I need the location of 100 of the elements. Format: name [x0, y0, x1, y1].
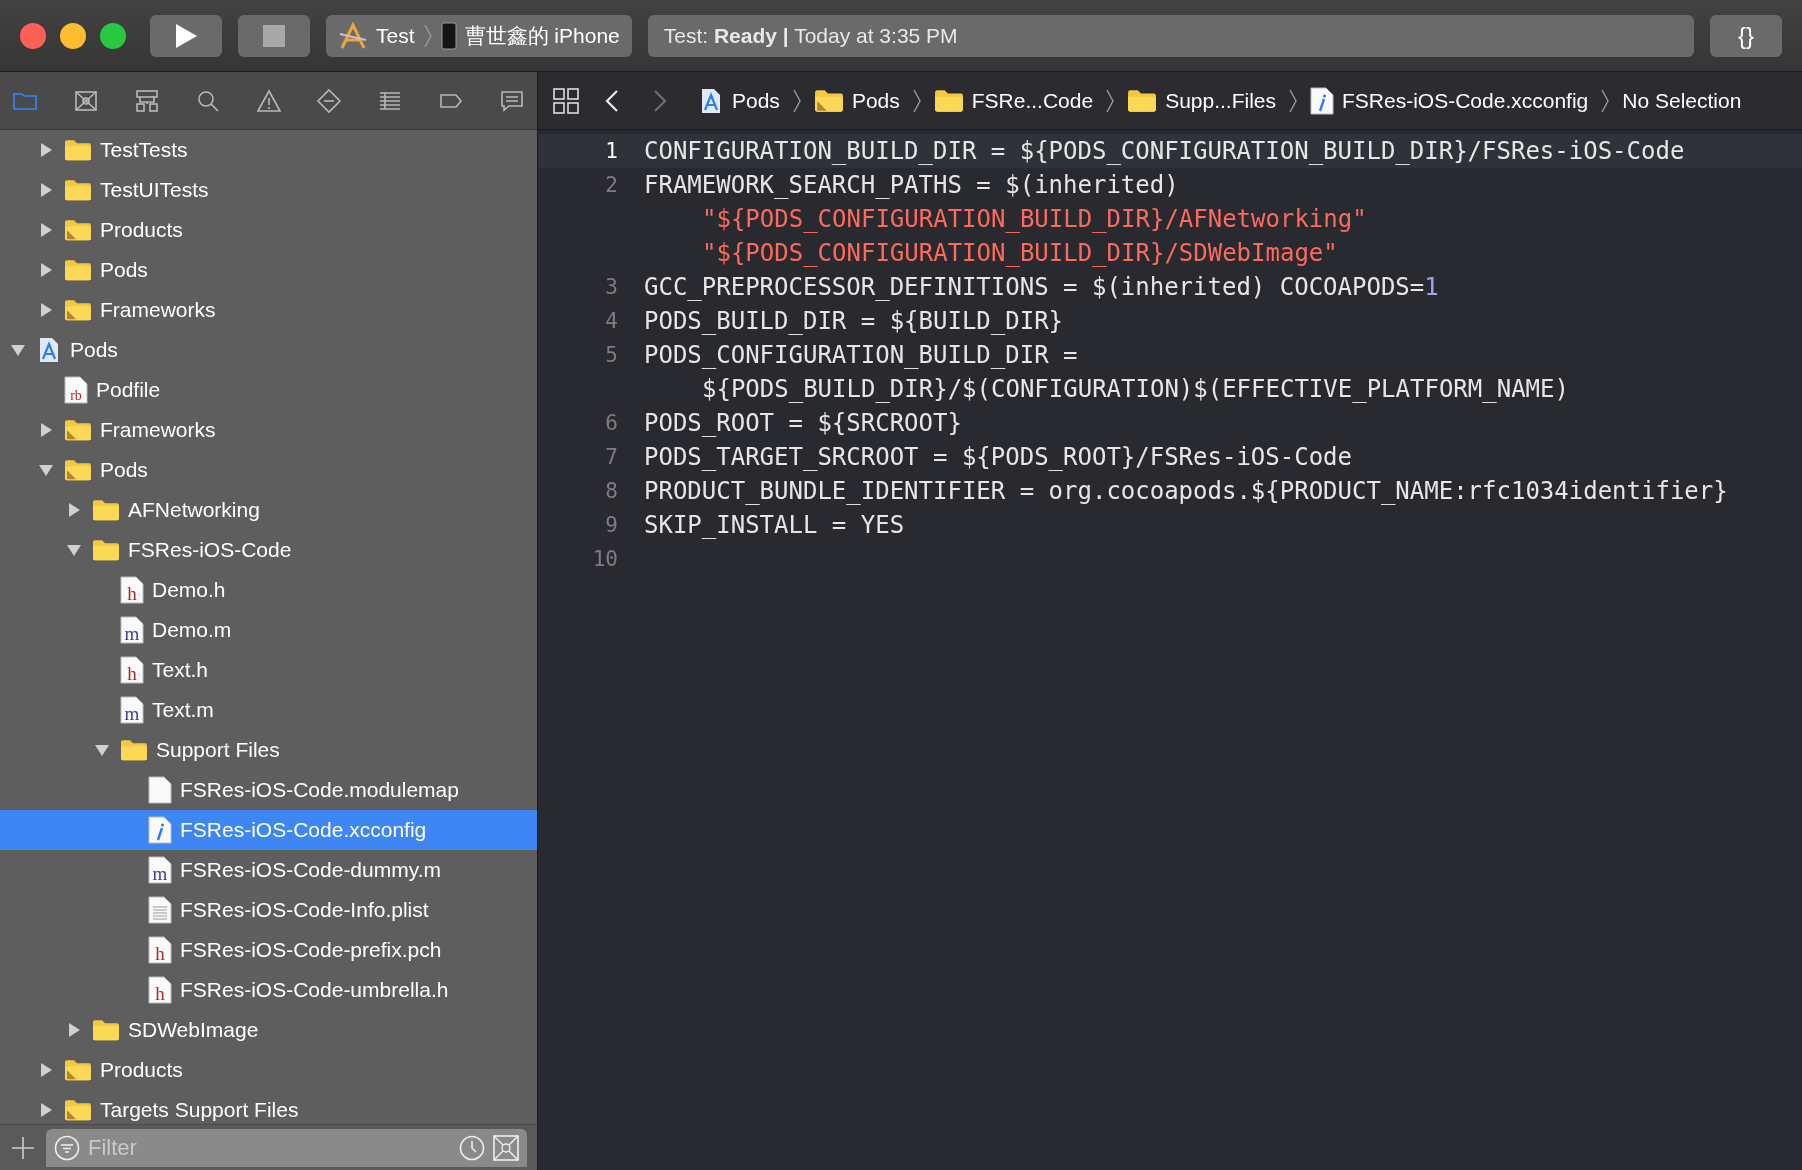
navigator-row[interactable]: h FSRes-iOS-Code-prefix.pch [0, 930, 537, 970]
disclosure-right-icon[interactable] [38, 262, 54, 278]
item-label: Podfile [96, 377, 161, 404]
scope-filter-icon[interactable] [493, 1134, 519, 1161]
disclosure-down-icon[interactable] [38, 462, 54, 478]
item-label: Products [100, 1057, 183, 1084]
chevron-icon [791, 87, 802, 114]
navigator-row[interactable]: m Text.m [0, 690, 537, 730]
source-file-icon: m [120, 696, 144, 724]
navigator-row[interactable]: Products [0, 1050, 537, 1090]
clock-icon[interactable] [459, 1134, 485, 1161]
filter-icon [54, 1134, 80, 1161]
play-icon [174, 22, 198, 49]
code-line: PODS_ROOT = ${SRCROOT} [644, 408, 962, 439]
item-label: Pods [100, 457, 148, 484]
breadcrumb-item[interactable]: Supp...Files [1127, 84, 1277, 117]
item-label: FSRes-iOS-Code.xcconfig [180, 817, 427, 844]
minimize-window-button[interactable] [60, 22, 86, 49]
navigator-row[interactable]: Pods [0, 450, 537, 490]
breadcrumb-item[interactable]: FSRe...Code [933, 84, 1094, 117]
folder-icon [1127, 88, 1158, 113]
config-file-icon [148, 816, 172, 844]
line-number: 6 [604, 410, 619, 437]
folder-icon [92, 538, 120, 562]
navigator-row[interactable]: SDWebImage [0, 1010, 537, 1050]
disclosure-right-icon[interactable] [38, 422, 54, 438]
navigator-row[interactable]: FSRes-iOS-Code.xcconfig [0, 810, 537, 850]
disclosure-right-icon[interactable] [66, 1022, 82, 1038]
code-line: GCC_PREPROCESSOR_DEFINITIONS = $(inherited) COCOAPODS=1 [644, 272, 1439, 303]
run-button[interactable] [150, 14, 222, 57]
item-label: TestUITests [100, 177, 209, 204]
breadcrumb-item[interactable]: Pods [813, 84, 900, 117]
breadcrumb-item[interactable]: FSRes-iOS-Code.xcconfig [1310, 84, 1589, 117]
disclosure-down-icon[interactable] [10, 342, 26, 358]
navigator-row[interactable]: h Text.h [0, 650, 537, 690]
disclosure-right-icon[interactable] [38, 182, 54, 198]
breadcrumb-item[interactable]: Pods [698, 84, 780, 117]
navigator-row[interactable]: m FSRes-iOS-Code-dummy.m [0, 850, 537, 890]
folder-icon [64, 138, 92, 162]
item-label: FSRes-iOS-Code-dummy.m [180, 857, 441, 884]
code-line: "${PODS_CONFIGURATION_BUILD_DIR}/SDWebImage" [701, 238, 1339, 269]
navigator-row[interactable]: Pods [0, 250, 537, 290]
navigator-row[interactable]: h Demo.h [0, 570, 537, 610]
line-number: 4 [604, 308, 619, 335]
item-label: Text.m [152, 697, 214, 724]
hierarchy-icon[interactable] [133, 87, 160, 114]
disclosure-down-icon[interactable] [94, 742, 110, 758]
line-number: 1 [604, 138, 619, 165]
code-line: PRODUCT_BUNDLE_IDENTIFIER = org.cocoapods.${PRODUCT_NAME:rfc1034identifier} [644, 476, 1728, 507]
code-review-button[interactable]: {} [1710, 14, 1782, 57]
navigator-row[interactable]: FSRes-iOS-Code-Info.plist [0, 890, 537, 930]
folder-icon [92, 1018, 120, 1042]
scheme-selector[interactable]: Test 曹世鑫的 iPhone [326, 14, 632, 57]
navigator-row[interactable]: Targets Support Files [0, 1090, 537, 1124]
item-label: Products [100, 217, 183, 244]
disclosure-right-icon[interactable] [38, 1062, 54, 1078]
disclosure-right-icon[interactable] [38, 1102, 54, 1118]
line-number: 9 [604, 512, 619, 539]
code-line: PODS_TARGET_SRCROOT = ${PODS_ROOT}/FSRes-iOS-Code [644, 442, 1352, 473]
stop-button[interactable] [238, 14, 310, 57]
navigator-row[interactable]: FSRes-iOS-Code.modulemap [0, 770, 537, 810]
navigator-row[interactable]: Products [0, 210, 537, 250]
disclosure-right-icon[interactable] [38, 302, 54, 318]
disclosure-right-icon[interactable] [38, 222, 54, 238]
navigator-row[interactable]: AFNetworking [0, 490, 537, 530]
filter-field[interactable]: Filter [46, 1128, 527, 1167]
breadcrumb-item[interactable]: No Selection [1622, 84, 1742, 117]
navigator-row[interactable]: Pods [0, 330, 537, 370]
add-icon[interactable] [10, 1134, 36, 1161]
warning-icon[interactable] [255, 87, 282, 114]
navigator-row[interactable]: Frameworks [0, 290, 537, 330]
folder-icon [120, 738, 148, 762]
disclosure-right-icon[interactable] [38, 142, 54, 158]
code-line: "${PODS_CONFIGURATION_BUILD_DIR}/AFNetworking" [701, 204, 1367, 235]
disclosure-right-icon[interactable] [66, 502, 82, 518]
item-label: Targets Support Files [100, 1097, 299, 1124]
close-window-button[interactable] [20, 22, 46, 49]
source-file-icon: h [148, 936, 172, 964]
navigator-row[interactable]: FSRes-iOS-Code [0, 530, 537, 570]
navigator-row[interactable]: Support Files [0, 730, 537, 770]
folder-icon [92, 498, 120, 522]
navigator-row[interactable]: h FSRes-iOS-Code-umbrella.h [0, 970, 537, 1010]
disclosure-down-icon[interactable] [66, 542, 82, 558]
zoom-window-button[interactable] [100, 22, 126, 49]
line-number: 5 [604, 342, 619, 369]
item-label: Text.h [152, 657, 209, 684]
folder-icon [64, 258, 92, 282]
navigator-row[interactable]: TestTests [0, 130, 537, 170]
source-file-icon: h [120, 576, 144, 604]
navigator-row[interactable]: TestUITests [0, 170, 537, 210]
navigator-row[interactable]: Frameworks [0, 410, 537, 450]
related-items-icon[interactable] [552, 86, 580, 115]
folder-icon [813, 88, 844, 113]
navigator-row[interactable]: m Demo.m [0, 610, 537, 650]
code-line: SKIP_INSTALL = YES [644, 510, 905, 541]
code-line: FRAMEWORK_SEARCH_PATHS = $(inherited) [644, 170, 1180, 201]
folder-icon [64, 1058, 92, 1082]
source-file-icon: m [148, 856, 172, 884]
code-line: PODS_BUILD_DIR = ${BUILD_DIR} [644, 306, 1064, 337]
navigator-row[interactable]: rb Podfile [0, 370, 537, 410]
